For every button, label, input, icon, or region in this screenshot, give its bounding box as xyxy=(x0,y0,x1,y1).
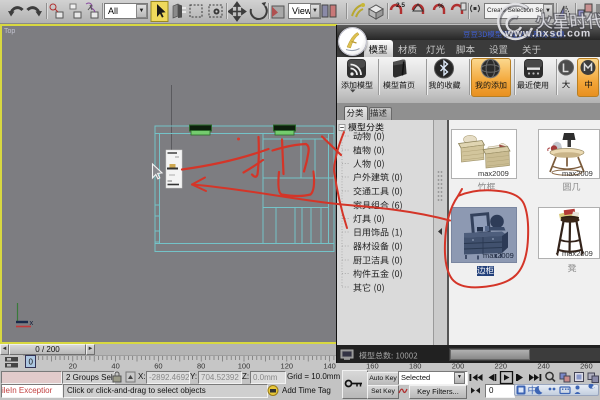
svg-text:120: 120 xyxy=(281,362,294,371)
svg-text:60: 60 xyxy=(154,362,162,371)
svg-text:%: % xyxy=(438,3,444,10)
svg-text:40: 40 xyxy=(111,362,119,371)
svg-text:140: 140 xyxy=(323,362,336,371)
svg-text:0: 0 xyxy=(29,358,34,367)
svg-text:2.5: 2.5 xyxy=(396,2,405,9)
svg-text:80: 80 xyxy=(197,362,205,371)
svg-text:20: 20 xyxy=(69,362,77,371)
svg-text:100: 100 xyxy=(238,362,251,371)
svg-text:x: x xyxy=(30,318,34,327)
